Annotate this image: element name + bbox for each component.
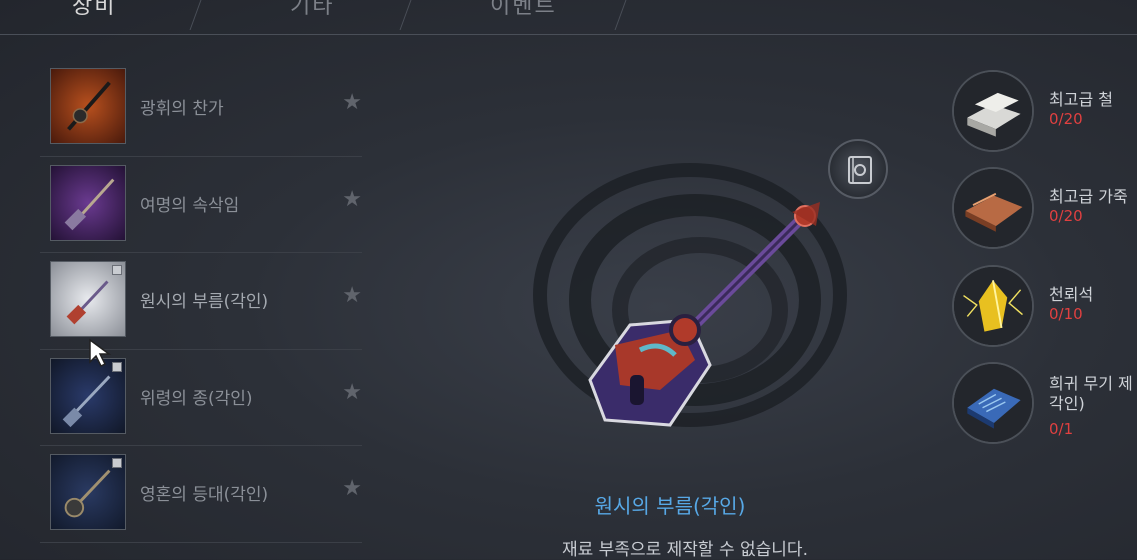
engraved-badge-icon <box>112 458 122 468</box>
material-slot[interactable]: 천뢰석 0/10 <box>952 265 1137 347</box>
recipe-row-selected[interactable]: 원시의 부름(각인) ★ <box>40 253 362 350</box>
iron-ingot-icon <box>952 70 1034 152</box>
staff-purple-icon <box>51 165 125 240</box>
recipe-row[interactable]: 영혼의 등대(각인) ★ <box>40 446 362 543</box>
book-icon <box>848 156 872 184</box>
item-preview-art <box>533 163 847 427</box>
tab-etc[interactable]: 기타 <box>290 0 334 20</box>
mouse-cursor-icon <box>89 338 112 368</box>
recipe-thumbnail <box>50 164 126 241</box>
material-name: 최고급 철 <box>1049 90 1113 109</box>
leather-icon <box>952 167 1034 249</box>
tab-bar: 장비 기타 이벤트 <box>0 0 1137 35</box>
material-count: 0/1 <box>1049 420 1074 438</box>
tab-equipment[interactable]: 장비 <box>72 0 116 20</box>
recipe-thumbnail <box>50 357 126 434</box>
favorite-star-icon[interactable]: ★ <box>342 187 362 212</box>
favorite-star-icon[interactable]: ★ <box>342 380 362 405</box>
recipe-list: 광휘의 찬가 ★ 여명의 속삭임 ★ 원시의 부름(각인) ★ 위령의 종(각인… <box>40 60 362 543</box>
recipe-name: 위령의 종(각인) <box>140 388 253 409</box>
item-title: 원시의 부름(각인) <box>594 494 746 518</box>
recipe-book-button[interactable] <box>828 139 888 199</box>
material-slot[interactable]: 최고급 철 0/20 <box>952 70 1137 152</box>
recipe-thumbnail <box>50 261 126 337</box>
material-name: 최고급 가죽 <box>1049 187 1128 206</box>
tab-divider <box>614 0 627 30</box>
recipe-name: 여명의 속삭임 <box>140 195 240 216</box>
staff-orange-icon <box>51 69 125 143</box>
material-count: 0/20 <box>1049 110 1083 128</box>
recipe-row[interactable]: 여명의 속삭임 ★ <box>40 157 362 253</box>
material-name: 각인) <box>1049 394 1085 413</box>
material-slot[interactable]: 최고급 가죽 0/20 <box>952 167 1137 249</box>
recipe-thumbnail <box>50 454 126 530</box>
material-name: 천뢰석 <box>1049 285 1094 304</box>
recipe-row[interactable]: 광휘의 찬가 ★ <box>40 60 362 157</box>
tab-divider <box>189 0 202 30</box>
recipe-name: 광휘의 찬가 <box>140 99 224 119</box>
material-slot[interactable]: 희귀 무기 제 각인) 0/1 <box>952 362 1137 444</box>
engraved-badge-icon <box>112 265 122 275</box>
material-count: 0/20 <box>1049 207 1083 225</box>
recipe-name: 원시의 부름(각인) <box>140 292 269 312</box>
material-count: 0/10 <box>1049 305 1083 323</box>
weapon-scroll-icon <box>952 362 1034 444</box>
recipe-name: 영혼의 등대(각인) <box>140 485 269 505</box>
craft-status-message: 재료 부족으로 제작할 수 없습니다. <box>562 540 808 560</box>
favorite-star-icon[interactable]: ★ <box>342 283 362 308</box>
tab-event[interactable]: 이벤트 <box>490 0 557 20</box>
favorite-star-icon[interactable]: ★ <box>342 90 362 115</box>
recipe-thumbnail <box>50 68 126 144</box>
favorite-star-icon[interactable]: ★ <box>342 476 362 501</box>
tab-divider <box>399 0 412 30</box>
thunder-stone-icon <box>952 265 1034 347</box>
